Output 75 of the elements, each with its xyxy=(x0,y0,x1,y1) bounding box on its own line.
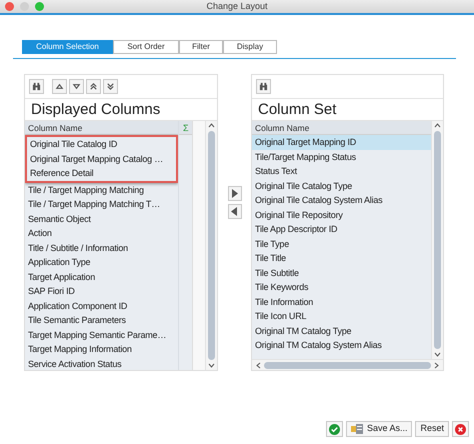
column-name-cell[interactable]: Original Tile Catalog Type xyxy=(252,178,431,193)
move-top-button[interactable] xyxy=(86,79,101,94)
column-name-cell[interactable]: Tile Type xyxy=(252,236,431,251)
column-name-cell[interactable]: Original TM Catalog Type xyxy=(252,324,431,338)
horizontal-scrollbar[interactable] xyxy=(252,359,443,370)
column-name-cell[interactable]: Tile / Target Mapping Matching T… xyxy=(25,197,178,212)
column-name-cell[interactable]: Tile App Descriptor ID xyxy=(252,222,431,236)
move-bottom-icon xyxy=(106,82,115,91)
binoculars-icon xyxy=(32,82,41,91)
close-icon xyxy=(455,424,466,434)
scroll-thumb[interactable] xyxy=(264,362,431,368)
tab[interactable]: Filter xyxy=(179,40,223,54)
scrollbar[interactable] xyxy=(205,121,217,370)
move-top-icon xyxy=(89,82,98,91)
column-name-cell[interactable]: SAP Fiori ID xyxy=(25,284,178,298)
column-header: Column Name xyxy=(25,121,178,135)
scroll-right-icon xyxy=(434,362,439,368)
column-name-cell[interactable]: Original Tile Catalog ID xyxy=(27,137,176,152)
add-column-button[interactable] xyxy=(228,186,242,201)
column-name-cell[interactable]: Action xyxy=(25,226,178,240)
layout-icon xyxy=(350,424,363,434)
find-button[interactable] xyxy=(29,79,44,94)
find-button[interactable] xyxy=(256,79,271,94)
column-name-cell[interactable]: Original Target Mapping ID xyxy=(252,135,431,150)
sum-header: Σ xyxy=(179,121,192,135)
move-down-button[interactable] xyxy=(69,79,84,94)
column-name-cell[interactable]: Title / Subtitle / Information xyxy=(25,240,178,255)
move-bottom-button[interactable] xyxy=(103,79,118,94)
column-name-cell[interactable]: Tile Keywords xyxy=(252,280,431,294)
scroll-down-icon xyxy=(434,352,441,357)
column-name-cell[interactable]: Original Target Mapping Catalog … xyxy=(27,152,176,166)
column-name-cell[interactable]: Original TM Catalog System Alias xyxy=(252,338,431,352)
column-name-cell[interactable]: Target Mapping Information xyxy=(25,342,178,356)
save-as-button[interactable]: Save As... xyxy=(346,421,412,437)
column-name-cell[interactable]: Reference Detail xyxy=(27,166,176,180)
column-name-cell[interactable]: Original Tile Repository xyxy=(252,208,431,222)
remove-column-button[interactable] xyxy=(228,204,242,219)
scroll-down-icon xyxy=(208,363,216,368)
column-name-cell[interactable]: Status Text xyxy=(252,164,431,178)
move-down-icon xyxy=(72,82,81,91)
scroll-thumb[interactable] xyxy=(434,131,441,349)
column-name-cell[interactable]: Application Type xyxy=(25,255,178,270)
move-up-button[interactable] xyxy=(52,79,67,94)
window-title: Change Layout xyxy=(205,0,269,13)
tab[interactable]: Display xyxy=(223,40,277,54)
scroll-up-icon xyxy=(208,123,216,128)
column-name-cell[interactable]: Original Tile Catalog System Alias xyxy=(252,193,431,208)
move-up-icon xyxy=(55,82,64,91)
column-name-cell[interactable]: Tile Semantic Parameters xyxy=(25,313,178,328)
column-name-cell[interactable]: Tile/Target Mapping Status xyxy=(252,150,431,164)
column-name-cell[interactable]: Tile Subtitle xyxy=(252,266,431,280)
close-window-icon[interactable] xyxy=(5,2,14,11)
left-arrow-icon xyxy=(231,207,238,216)
column-name-cell[interactable]: Tile Icon URL xyxy=(252,309,431,324)
cancel-button[interactable] xyxy=(452,421,469,437)
reset-button[interactable]: Reset xyxy=(415,421,449,437)
scroll-thumb[interactable] xyxy=(208,131,216,360)
column-name-cell[interactable]: Tile Information xyxy=(252,294,431,309)
scroll-left-icon xyxy=(256,362,261,368)
column-name-cell[interactable]: Service Activation Status xyxy=(25,356,178,370)
column-name-cell[interactable]: Target Mapping Semantic Parame… xyxy=(25,328,178,342)
column-name-cell[interactable]: Target Application xyxy=(25,270,178,284)
confirm-button[interactable] xyxy=(326,421,343,437)
binoculars-icon xyxy=(259,82,268,91)
right-arrow-icon xyxy=(231,189,238,198)
tab[interactable]: Sort Order xyxy=(113,40,179,54)
checkmark-icon xyxy=(328,424,340,434)
scroll-up-icon xyxy=(434,123,441,128)
maximize-window-icon[interactable] xyxy=(35,2,44,11)
column-header: Column Name xyxy=(252,121,431,135)
column-name-cell[interactable]: Application Component ID xyxy=(25,298,178,313)
column-name-cell[interactable]: Tile Title xyxy=(252,251,431,266)
column-name-cell[interactable]: Tile / Target Mapping Matching xyxy=(25,182,178,197)
column-name-cell[interactable]: Semantic Object xyxy=(25,212,178,226)
scrollbar[interactable] xyxy=(431,121,443,359)
